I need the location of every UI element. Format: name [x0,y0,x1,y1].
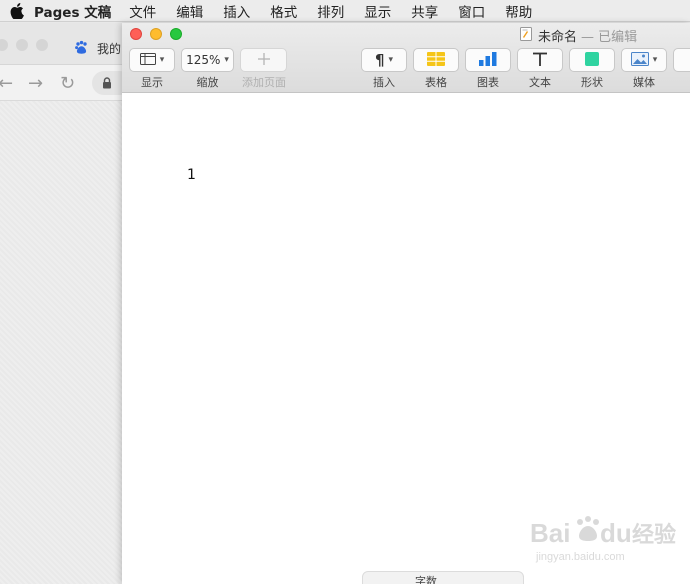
menu-help[interactable]: 帮助 [505,1,532,21]
menu-file[interactable]: 文件 [129,1,156,21]
add-page-button[interactable] [240,48,287,72]
insert-label: 插入 [373,76,395,89]
apple-menu-icon[interactable] [0,2,34,19]
browser-minimize-button[interactable] [16,39,28,51]
add-page-label: 添加页面 [242,76,286,89]
menu-view[interactable]: 显示 [364,1,391,21]
table-label: 表格 [425,76,447,89]
document-canvas[interactable]: 1 [122,94,690,584]
bar-chart-icon [479,51,497,69]
background-browser-window[interactable]: 我的 ← → ↻ [0,23,132,584]
text-button[interactable] [517,48,563,72]
zoom-select[interactable]: 125% ▾ [181,48,234,72]
word-count-label: 字数 [415,575,437,584]
document-edited-status: — 已编辑 [581,30,638,45]
media-label: 媒体 [633,76,655,89]
pages-toolbar: 未命名 — 已编辑 ▾ 显示 125% ▾ 缩放 添加页面 ¶ ▾ 插入 表格 … [122,23,690,93]
text-t-icon [532,52,548,69]
browser-tab-label[interactable]: 我的 [97,40,121,57]
text-label: 文本 [529,76,551,89]
close-button[interactable] [130,28,142,40]
table-icon [427,51,445,69]
word-count-bar[interactable]: 字数 [362,571,524,584]
chart-button[interactable] [465,48,511,72]
chevron-down-icon: ▾ [224,55,229,65]
back-arrow-icon[interactable]: ← [0,73,13,94]
shape-square-icon [585,51,599,69]
image-icon [630,51,649,69]
browser-titlebar: 我的 [0,23,130,65]
zoom-label: 缩放 [196,76,219,89]
menu-edit[interactable]: 编辑 [176,1,203,21]
reload-icon[interactable]: ↻ [60,73,75,94]
pilcrow-icon: ¶ [374,51,385,69]
minimize-button[interactable] [150,28,162,40]
menu-arrange[interactable]: 排列 [317,1,344,21]
zoom-value: 125% [186,53,221,67]
document-text[interactable]: 1 [187,167,196,183]
browser-zoom-button[interactable] [36,39,48,51]
chevron-down-icon: ▾ [159,55,165,65]
forward-arrow-icon[interactable]: → [28,73,43,94]
insert-button[interactable]: ¶ ▾ [361,48,407,72]
browser-toolbar: ← → ↻ [0,65,132,101]
menubar: Pages 文稿 文件 编辑 插入 格式 排列 显示 共享 窗口 帮助 [0,0,690,22]
pages-document-icon [520,26,532,45]
sidebar-view-icon [139,52,156,68]
baidu-paw-icon [74,40,89,59]
browser-close-button[interactable] [0,39,8,51]
menu-format[interactable]: 格式 [270,1,297,21]
media-button[interactable]: ▾ [621,48,667,72]
view-label: 显示 [141,76,163,89]
lock-icon [102,74,112,93]
window-title: 未命名 — 已编辑 [520,26,637,45]
comment-button-partial[interactable] [673,48,690,72]
chevron-down-icon: ▾ [388,55,394,65]
chart-label: 图表 [477,76,499,89]
document-name: 未命名 [538,30,578,45]
shape-label: 形状 [581,76,603,89]
shape-button[interactable] [569,48,615,72]
menu-share[interactable]: 共享 [411,1,438,21]
menu-window[interactable]: 窗口 [458,1,485,21]
view-button[interactable]: ▾ [129,48,175,72]
browser-content [0,101,130,584]
chevron-down-icon: ▾ [652,55,658,65]
app-menu[interactable]: Pages 文稿 [34,1,111,21]
fullscreen-button[interactable] [170,28,182,40]
menu-insert[interactable]: 插入 [223,1,250,21]
plus-icon [257,52,271,69]
table-button[interactable] [413,48,459,72]
pages-window: 未命名 — 已编辑 ▾ 显示 125% ▾ 缩放 添加页面 ¶ ▾ 插入 表格 … [122,23,690,584]
